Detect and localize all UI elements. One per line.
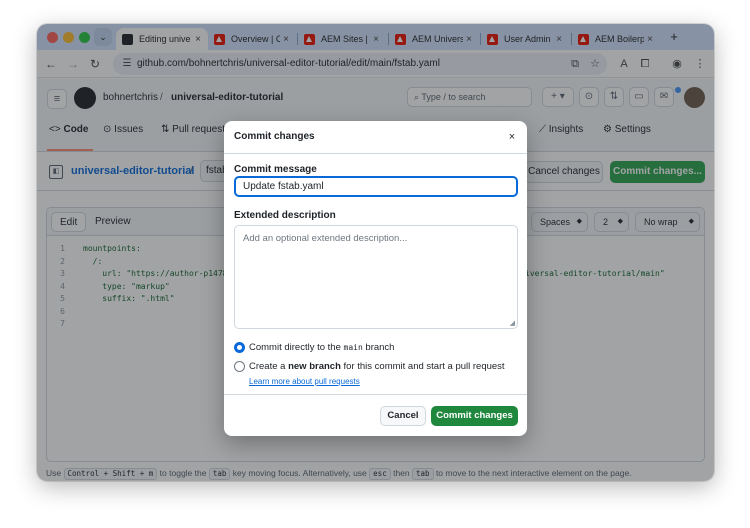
learn-more-link[interactable]: Learn more about pull requests [249, 377, 360, 386]
new-branch-radio[interactable] [234, 361, 245, 372]
close-icon[interactable]: × [504, 129, 520, 145]
resize-handle-icon[interactable]: ◢ [510, 319, 515, 327]
divider [224, 153, 527, 154]
option-text: Create a [249, 361, 286, 372]
extended-description-label: Extended description [234, 210, 336, 221]
commit-message-label: Commit message [234, 164, 317, 175]
commit-direct-label[interactable]: Commit directly to the main branch [249, 342, 394, 353]
option-text-bold: new branch [288, 361, 341, 372]
commit-button[interactable]: Commit changes [431, 406, 518, 426]
commit-dialog: Commit changes × Commit message Update f… [224, 121, 527, 436]
description-placeholder: Add an optional extended description... [243, 233, 408, 244]
branch-name: main [343, 343, 363, 352]
new-branch-label[interactable]: Create a new branch for this commit and … [249, 361, 505, 372]
option-text: Commit directly to the [249, 342, 341, 353]
commit-message-input[interactable]: Update fstab.yaml [234, 176, 518, 197]
extended-description-textarea[interactable]: Add an optional extended description... … [234, 225, 518, 329]
option-text: branch [365, 342, 395, 353]
browser-window: ⌄ Editing unive × Overview | Cl × AEM Si… [37, 24, 714, 481]
commit-direct-radio[interactable] [234, 342, 245, 353]
option-text: for this commit and start a pull request [343, 361, 505, 372]
cancel-button[interactable]: Cancel [380, 406, 426, 426]
divider [224, 394, 527, 395]
dialog-title: Commit changes [234, 131, 315, 142]
